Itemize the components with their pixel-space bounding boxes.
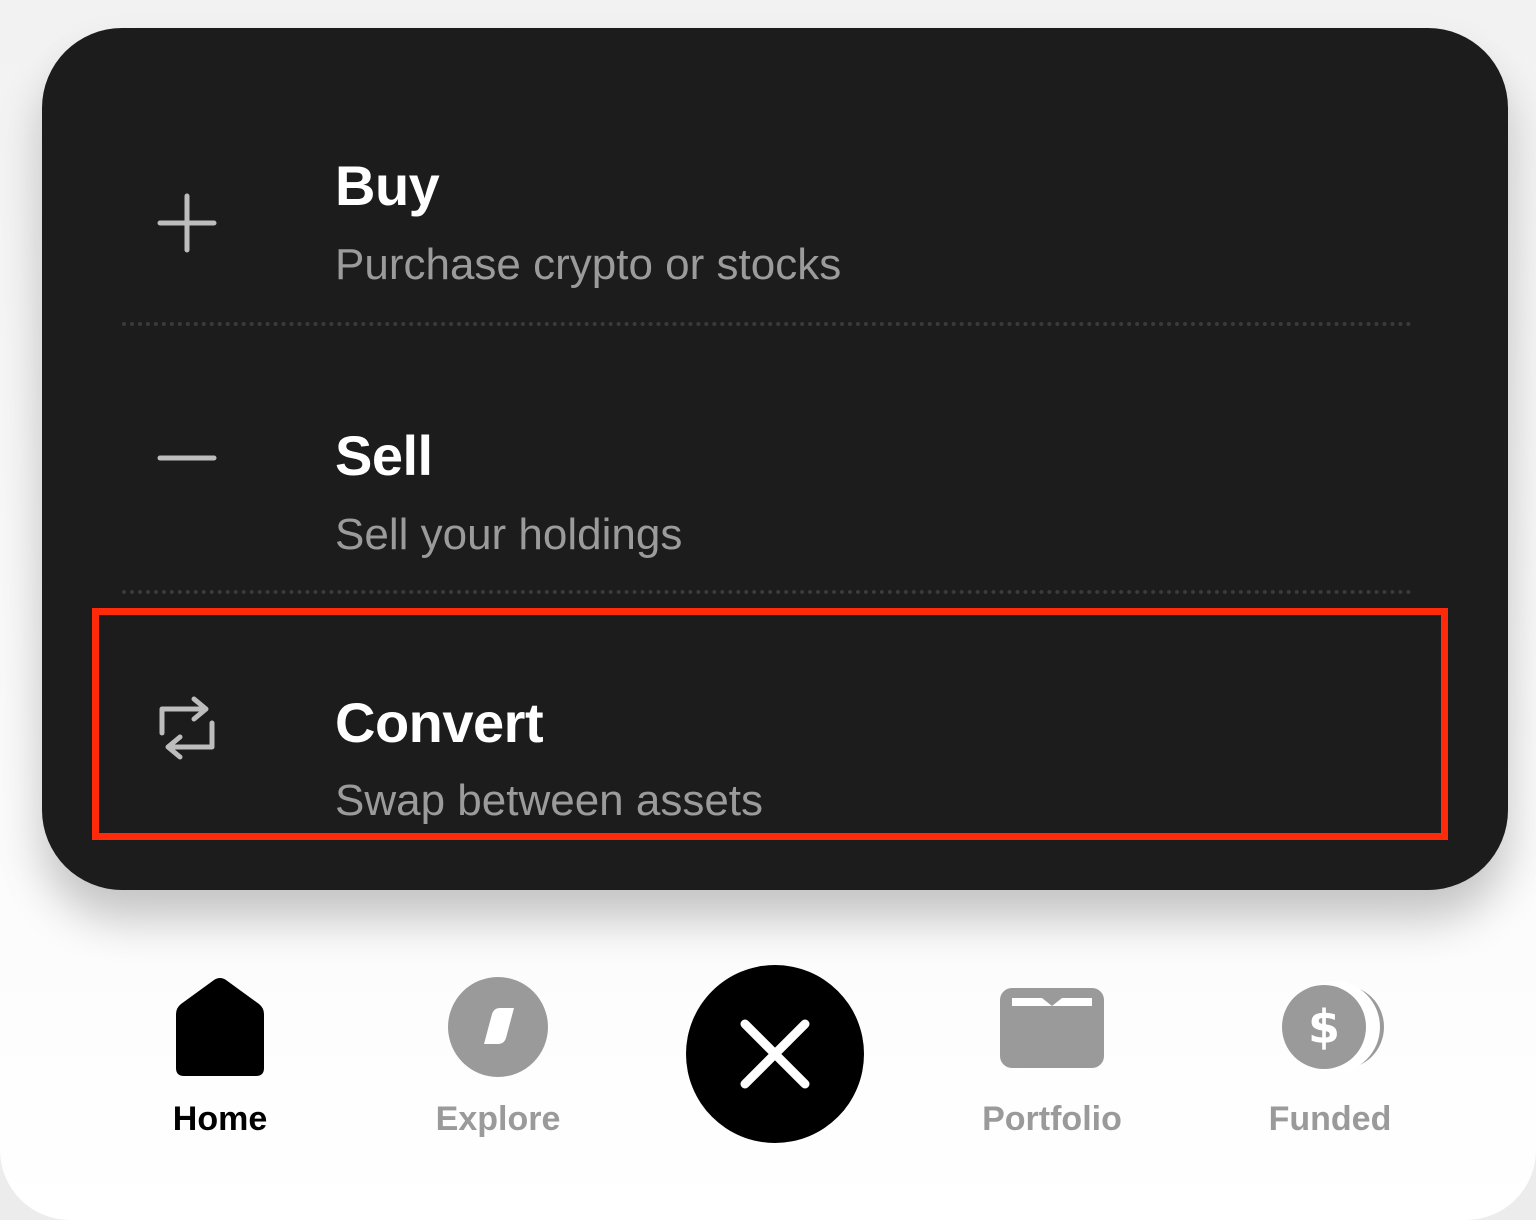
menu-item-convert[interactable]: Convert Swap between assets bbox=[42, 638, 1508, 878]
tab-portfolio[interactable]: Portfolio bbox=[952, 970, 1152, 1150]
close-menu-button[interactable] bbox=[686, 965, 864, 1143]
tab-label: Funded bbox=[1268, 1100, 1392, 1138]
tab-explore[interactable]: Explore bbox=[398, 970, 598, 1150]
wallet-icon bbox=[1000, 970, 1104, 1080]
tab-funded[interactable]: $ Funded bbox=[1230, 970, 1430, 1150]
plus-icon bbox=[152, 188, 222, 258]
action-menu-sheet: Buy Purchase crypto or stocks Sell Sell … bbox=[42, 28, 1508, 890]
svg-text:$: $ bbox=[1308, 1000, 1340, 1054]
menu-item-title: Sell bbox=[335, 424, 433, 487]
app-screen: Buy Purchase crypto or stocks Sell Sell … bbox=[0, 0, 1536, 1220]
close-icon bbox=[740, 1019, 810, 1089]
home-icon bbox=[170, 970, 270, 1080]
menu-item-buy[interactable]: Buy Purchase crypto or stocks bbox=[42, 98, 1508, 338]
swap-arrows-icon bbox=[152, 693, 222, 763]
menu-item-subtitle: Sell your holdings bbox=[335, 510, 683, 559]
tab-label: Explore bbox=[435, 1100, 561, 1138]
menu-item-subtitle: Swap between assets bbox=[335, 776, 764, 825]
coins-icon: $ bbox=[1280, 970, 1384, 1080]
menu-divider bbox=[122, 322, 1412, 326]
tab-label: Home bbox=[172, 1100, 268, 1138]
tab-label: Portfolio bbox=[982, 1100, 1122, 1138]
menu-item-title: Buy bbox=[335, 154, 440, 217]
menu-item-subtitle: Purchase crypto or stocks bbox=[335, 240, 842, 289]
menu-divider bbox=[122, 590, 1412, 594]
minus-icon bbox=[152, 423, 222, 493]
menu-item-title: Convert bbox=[335, 691, 544, 754]
compass-icon bbox=[448, 970, 548, 1080]
menu-item-sell[interactable]: Sell Sell your holdings bbox=[42, 368, 1508, 608]
tab-home[interactable]: Home bbox=[120, 970, 320, 1150]
